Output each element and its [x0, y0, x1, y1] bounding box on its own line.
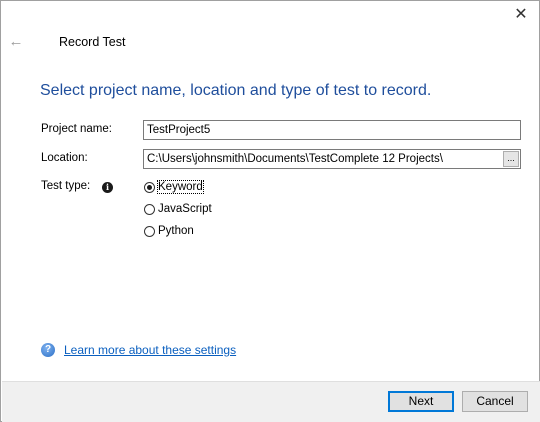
- radio-python[interactable]: Python: [144, 223, 194, 239]
- record-test-dialog: ✕ ← Record Test Select project name, loc…: [0, 0, 540, 422]
- radio-python-label: Python: [158, 225, 194, 237]
- back-arrow-icon[interactable]: ←: [7, 33, 25, 51]
- close-icon[interactable]: ✕: [511, 5, 531, 25]
- radio-button-icon[interactable]: [144, 225, 155, 237]
- radio-javascript-label: JavaScript: [158, 203, 212, 215]
- cancel-button[interactable]: Cancel: [462, 391, 528, 412]
- radio-keyword[interactable]: Keyword: [144, 179, 204, 195]
- location-label: Location:: [41, 152, 88, 164]
- info-icon[interactable]: i: [102, 182, 113, 193]
- browse-button[interactable]: ...: [503, 151, 519, 167]
- radio-javascript[interactable]: JavaScript: [144, 201, 212, 217]
- project-name-label: Project name:: [41, 123, 112, 135]
- next-button[interactable]: Next: [388, 391, 454, 412]
- help-icon: ?: [41, 343, 55, 357]
- radio-button-icon[interactable]: [144, 203, 155, 215]
- test-type-label: Test type:: [41, 180, 91, 192]
- radio-keyword-label: Keyword: [157, 180, 204, 194]
- dialog-footer: [2, 381, 540, 422]
- learn-more-link[interactable]: Learn more about these settings: [64, 343, 236, 357]
- radio-button-checked-icon[interactable]: [144, 181, 155, 193]
- page-heading: Select project name, location and type o…: [40, 82, 432, 99]
- project-name-input[interactable]: TestProject5: [143, 120, 521, 140]
- location-input[interactable]: C:\Users\johnsmith\Documents\TestComplet…: [143, 149, 521, 169]
- dialog-title: Record Test: [59, 35, 126, 49]
